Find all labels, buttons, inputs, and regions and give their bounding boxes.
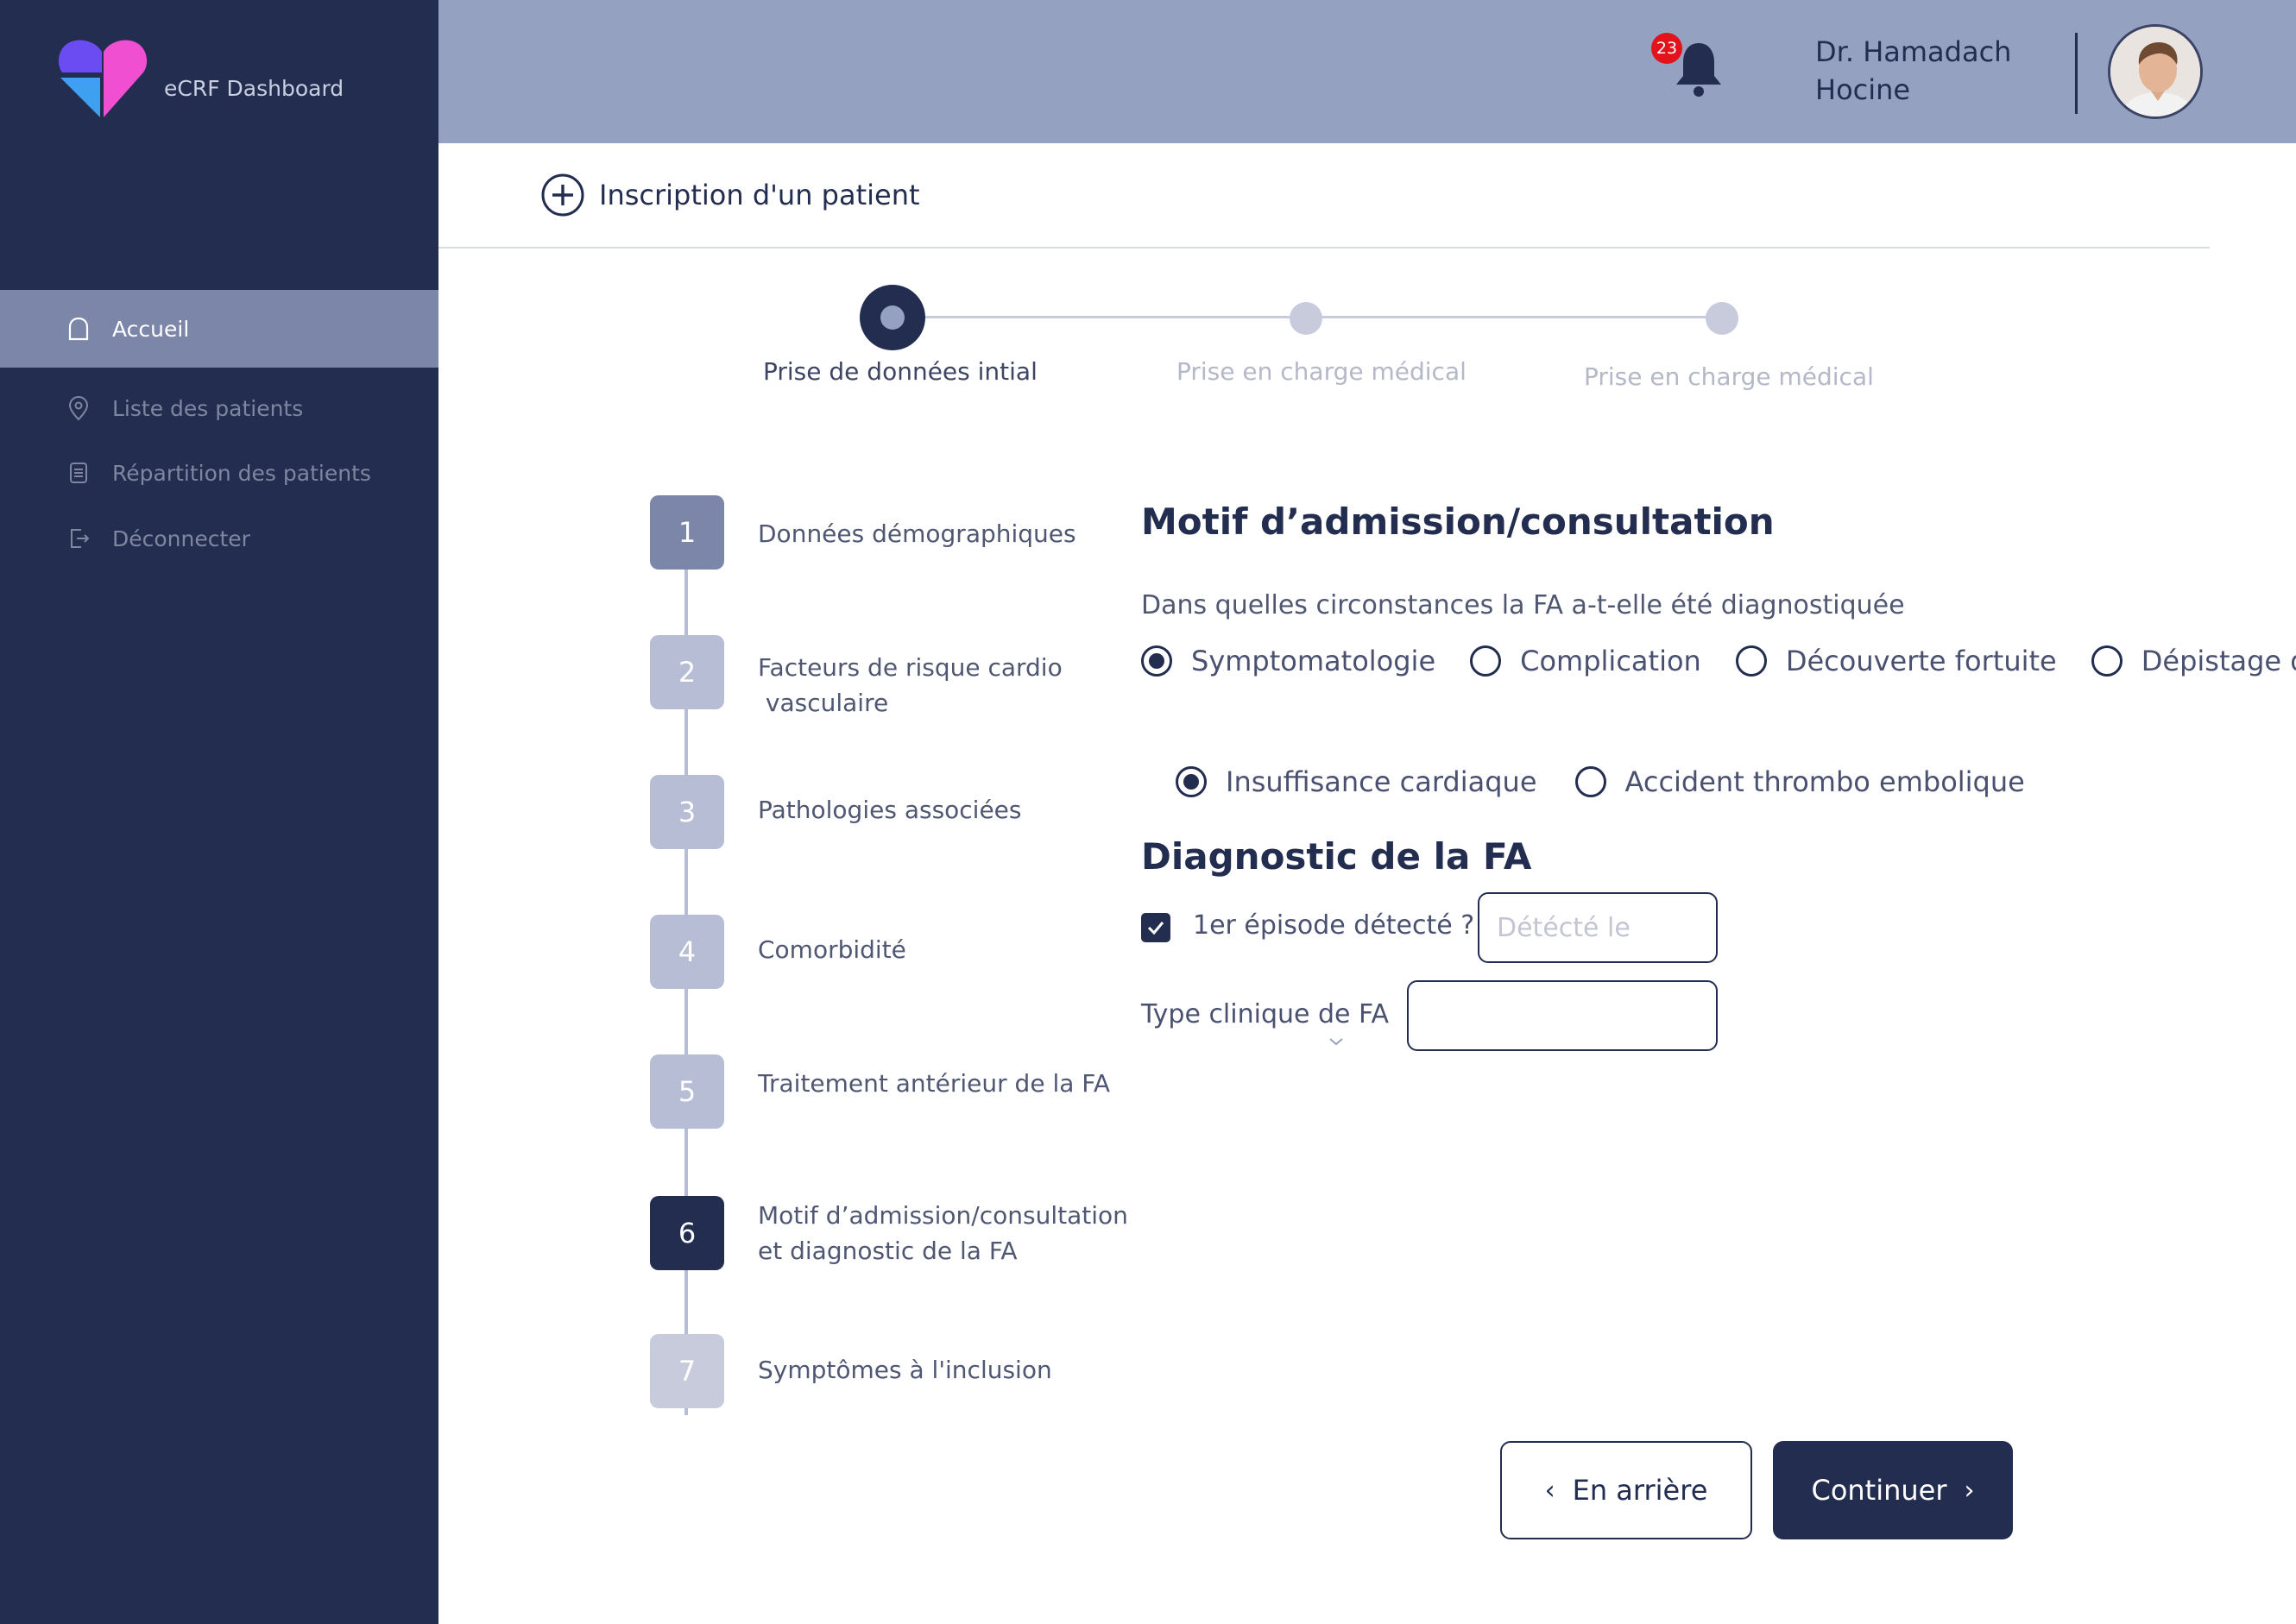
sidebar-item-deconnecter[interactable]: Déconnecter — [0, 500, 438, 577]
section-step-2[interactable]: 2 — [650, 635, 724, 709]
header-divider — [2075, 33, 2078, 114]
section-step-5[interactable]: 5 — [650, 1054, 724, 1129]
user-name: Dr. Hamadach Hocine — [1815, 35, 2012, 106]
continue-button[interactable]: Continuer › — [1773, 1441, 2013, 1539]
back-button[interactable]: ‹ En arrière — [1500, 1441, 1752, 1539]
sidebar: eCRF Dashboard Accueil Liste des patient… — [0, 0, 438, 1624]
complication-radio-group: Insuffisance cardiaque Accident thrombo … — [1176, 765, 2025, 798]
stepper-label: Prise en charge médical — [1584, 362, 1874, 391]
radio-circle — [2091, 645, 2123, 677]
radio-insuffisance-cardiaque[interactable]: Insuffisance cardiaque — [1176, 765, 1537, 798]
radio-circle — [1574, 766, 1606, 797]
radio-circle — [1735, 645, 1767, 677]
user-portrait-icon — [2110, 27, 2200, 116]
document-icon — [64, 458, 93, 488]
radio-symptomatologie[interactable]: Symptomatologie — [1141, 645, 1435, 677]
top-bar: 23 Dr. Hamadach Hocine — [438, 0, 2296, 143]
circumstances-radio-group: Symptomatologie Complication Découverte … — [1141, 645, 2296, 677]
radio-depistage-fa[interactable]: Dépistage de FA — [2091, 645, 2296, 677]
motif-section-title: Motif d’admission/consultation — [1141, 500, 1775, 543]
check-icon — [1147, 922, 1164, 935]
page-title: Inscription d'un patient — [599, 179, 920, 211]
chevron-left-icon: ‹ — [1544, 1475, 1555, 1506]
radio-circle — [1470, 645, 1502, 677]
section-label-3[interactable]: Pathologies associées — [758, 792, 1022, 828]
stepper-dot[interactable] — [1290, 302, 1322, 335]
header-separator — [438, 247, 2210, 249]
sidebar-item-label: Déconnecter — [112, 526, 250, 551]
radio-circle — [1176, 766, 1207, 797]
add-patient-header[interactable]: Inscription d'un patient — [540, 173, 920, 217]
clinical-type-label: Type clinique de FA — [1141, 999, 1390, 1029]
sidebar-item-label: Répartition des patients — [112, 460, 371, 486]
stepper-connector — [893, 316, 1307, 318]
stepper-connector — [1307, 316, 1721, 318]
detected-date-input[interactable]: Détécté le — [1478, 892, 1718, 963]
first-episode-checkbox[interactable] — [1141, 913, 1170, 942]
diagnostic-section-title: Diagnostic de la FA — [1141, 835, 1532, 878]
sidebar-item-accueil[interactable]: Accueil — [0, 290, 438, 368]
circumstances-question: Dans quelles circonstances la FA a-t-ell… — [1141, 590, 1905, 620]
first-episode-label: 1er épisode détecté ? — [1193, 910, 1475, 941]
section-label-6[interactable]: Motif d’admission/consultation et diagno… — [758, 1198, 1128, 1268]
section-label-7[interactable]: Symptômes à l'inclusion — [758, 1352, 1052, 1388]
chevron-right-icon: › — [1964, 1475, 1975, 1506]
section-step-3[interactable]: 3 — [650, 775, 724, 849]
section-label-1[interactable]: Données démographiques — [758, 516, 1076, 551]
stepper-label: Prise de données intial — [763, 357, 1038, 386]
brand-name: eCRF Dashboard — [164, 76, 344, 101]
radio-accident-thrombo-embolique[interactable]: Accident thrombo embolique — [1574, 765, 2025, 798]
notification-badge: 23 — [1651, 33, 1682, 64]
stepper-label: Prise en charge médical — [1176, 357, 1467, 386]
stepper-dot[interactable] — [1706, 302, 1738, 335]
section-step-4[interactable]: 4 — [650, 915, 724, 989]
sidebar-item-label: Liste des patients — [112, 395, 304, 421]
logout-icon — [64, 524, 93, 553]
sidebar-item-label: Accueil — [112, 316, 190, 342]
radio-decouverte-fortuite[interactable]: Découverte fortuite — [1735, 645, 2057, 677]
section-label-5[interactable]: Traitement antérieur de la FA — [758, 1066, 1110, 1101]
home-icon — [64, 314, 93, 343]
clinical-type-select[interactable] — [1407, 980, 1718, 1051]
chevron-down-icon[interactable] — [1328, 1035, 1345, 1048]
location-pin-icon — [64, 393, 93, 423]
add-circle-icon — [541, 173, 584, 217]
section-step-7[interactable]: 7 — [650, 1334, 724, 1408]
avatar[interactable] — [2108, 24, 2203, 119]
stepper-dot-active[interactable] — [860, 285, 925, 350]
stepper-dot-inner — [880, 305, 905, 330]
radio-circle — [1141, 645, 1172, 677]
section-label-2[interactable]: Facteurs de risque cardio vasculaire — [758, 650, 1063, 721]
heart-logo-icon — [58, 40, 148, 117]
section-label-4[interactable]: Comorbidité — [758, 932, 906, 967]
section-step-1[interactable]: 1 — [650, 495, 724, 570]
radio-complication[interactable]: Complication — [1470, 645, 1701, 677]
section-step-6[interactable]: 6 — [650, 1196, 724, 1270]
